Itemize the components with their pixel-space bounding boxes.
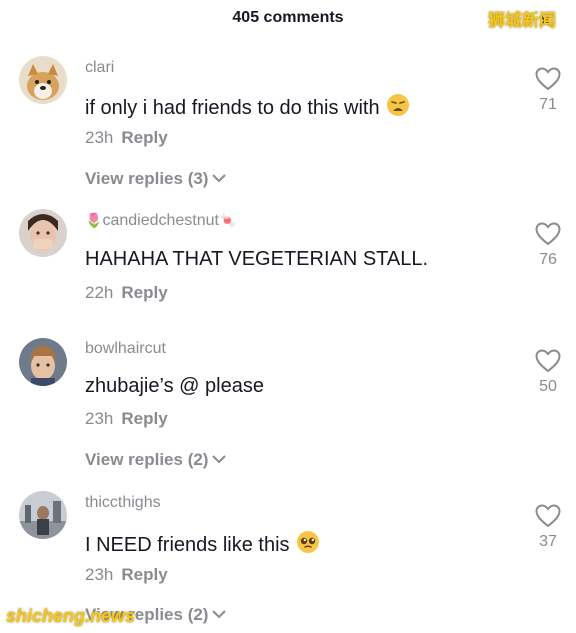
like-count: 37 xyxy=(539,533,557,550)
reply-button[interactable]: Reply xyxy=(121,283,167,302)
like-control[interactable]: 76 xyxy=(533,222,563,269)
view-replies-button[interactable]: View replies (2) xyxy=(85,449,227,470)
reply-button[interactable]: Reply xyxy=(121,409,167,428)
comment-meta: 23h Reply xyxy=(85,565,168,585)
chevron-down-icon xyxy=(212,604,227,624)
like-control[interactable]: 50 xyxy=(533,349,563,396)
heart-icon[interactable] xyxy=(535,504,561,532)
like-count: 71 xyxy=(539,96,557,113)
tulip-icon: 🌷 xyxy=(85,212,103,228)
comment-username[interactable]: bowlhaircut xyxy=(85,340,166,358)
avatar[interactable] xyxy=(19,491,67,539)
watermark-top: 狮城新闻 xyxy=(488,11,556,31)
avatar[interactable] xyxy=(19,338,67,386)
reply-button[interactable]: Reply xyxy=(121,128,167,147)
weary-face-emoji-icon xyxy=(386,93,410,123)
comment-time: 23h xyxy=(85,128,114,147)
like-control[interactable]: 71 xyxy=(533,67,563,114)
view-replies-button[interactable]: View replies (3) xyxy=(85,168,227,189)
comment-text-content: if only i had friends to do this with xyxy=(85,97,380,119)
like-count: 50 xyxy=(539,378,557,395)
chevron-down-icon xyxy=(212,168,227,188)
heart-icon[interactable] xyxy=(535,67,561,95)
watermark-bottom: shicheng.news xyxy=(6,606,136,626)
comment-text: zhubajie’s @ please xyxy=(85,375,264,397)
like-count: 76 xyxy=(539,251,557,268)
comment-meta: 22h Reply xyxy=(85,283,168,303)
comment-username[interactable]: 🌷candiedchestnut🍬 xyxy=(85,212,236,230)
heart-icon[interactable] xyxy=(535,222,561,250)
avatar[interactable] xyxy=(19,209,67,257)
like-control[interactable]: 37 xyxy=(533,504,563,551)
pleading-face-emoji-icon xyxy=(296,530,320,560)
comment-text-content: I NEED friends like this xyxy=(85,534,290,556)
comment-text: if only i had friends to do this with xyxy=(85,93,410,123)
avatar[interactable] xyxy=(19,56,67,104)
chevron-down-icon xyxy=(212,449,227,469)
comment-time: 22h xyxy=(85,283,114,302)
comment-username[interactable]: thiccthighs xyxy=(85,494,161,512)
view-replies-label: View replies (2) xyxy=(85,450,209,469)
view-replies-label: View replies (3) xyxy=(85,169,209,188)
comment-text: HAHAHA THAT VEGETERIAN STALL. xyxy=(85,248,429,270)
comment-time: 23h xyxy=(85,565,114,584)
reply-button[interactable]: Reply xyxy=(121,565,167,584)
comment-text: I NEED friends like this xyxy=(85,530,320,560)
comment-username-text: candiedchestnut xyxy=(102,212,219,229)
heart-icon[interactable] xyxy=(535,349,561,377)
comment-meta: 23h Reply xyxy=(85,409,168,429)
comment-meta: 23h Reply xyxy=(85,128,168,148)
candy-icon: 🍬 xyxy=(218,212,237,228)
comment-username[interactable]: clari xyxy=(85,59,114,77)
comment-time: 23h xyxy=(85,409,114,428)
